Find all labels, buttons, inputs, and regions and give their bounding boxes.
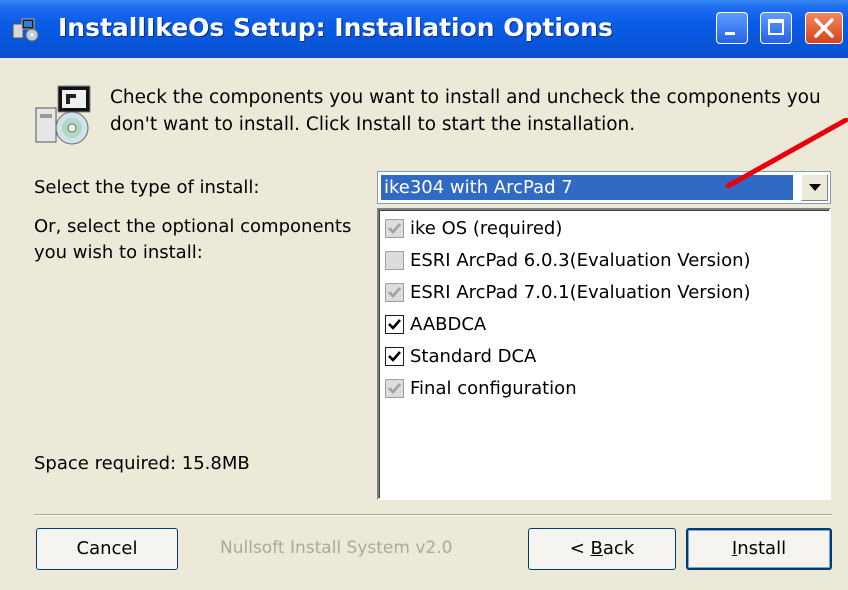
cancel-button[interactable]: Cancel [36,528,178,570]
checkmark-icon [388,318,401,330]
minimize-button[interactable] [716,12,748,44]
component-item[interactable]: ESRI ArcPad 6.0.3(Evaluation Version) [385,246,751,274]
back-button[interactable]: < Back [528,528,676,570]
install-button[interactable]: Install [686,528,832,570]
close-icon [814,18,834,38]
title-bar[interactable]: InstallIkeOs Setup: Installation Options [0,0,848,58]
component-checkbox [385,378,404,398]
maximize-button[interactable] [760,12,792,44]
back-label: ack [602,538,635,559]
branding-text: Nullsoft Install System v2.0 [220,538,453,558]
component-checkbox [385,282,404,302]
close-button[interactable] [805,12,843,44]
checkmark-icon [388,382,401,394]
checkmark-icon [388,286,401,298]
install-label: nstall [737,538,787,559]
installer-icon [12,18,39,42]
component-label: Final configuration [410,377,577,399]
component-checkbox [385,250,404,270]
space-required-text: Space required: 15.8MB [34,453,250,474]
optional-components-label: Or, select the optional components you w… [34,216,352,263]
checkmark-icon [388,350,401,362]
install-type-label: Select the type of install: [34,177,260,198]
component-label: ESRI ArcPad 7.0.1(Evaluation Version) [410,281,751,303]
back-prefix: < [569,538,591,559]
component-checkbox[interactable] [385,346,404,366]
checkmark-icon [388,222,401,234]
components-list: ike OS (required) ESRI ArcPad 6.0.3(Evalu… [377,208,831,500]
component-item[interactable]: ESRI ArcPad 7.0.1(Evaluation Version) [385,278,751,306]
component-label: ike OS (required) [410,217,563,239]
window-title: InstallIkeOs Setup: Installation Options [58,13,613,42]
annotation-arrow [725,118,848,189]
component-checkbox [385,218,404,238]
component-label: Standard DCA [410,345,537,367]
component-label: ESRI ArcPad 6.0.3(Evaluation Version) [410,249,751,271]
maximize-icon [768,19,784,35]
component-item[interactable]: Final configuration [385,374,577,402]
component-item[interactable]: AABDCA [385,310,486,338]
separator [34,514,832,516]
component-item[interactable]: Standard DCA [385,342,536,370]
component-checkbox[interactable] [385,314,404,334]
minimize-icon [725,32,735,35]
component-label: AABDCA [410,313,487,335]
installer-window: InstallIkeOs Setup: Installation Options… [0,0,848,590]
install-package-icon [35,85,91,145]
back-accelerator: B [590,538,603,559]
component-item[interactable]: ike OS (required) [385,214,562,242]
